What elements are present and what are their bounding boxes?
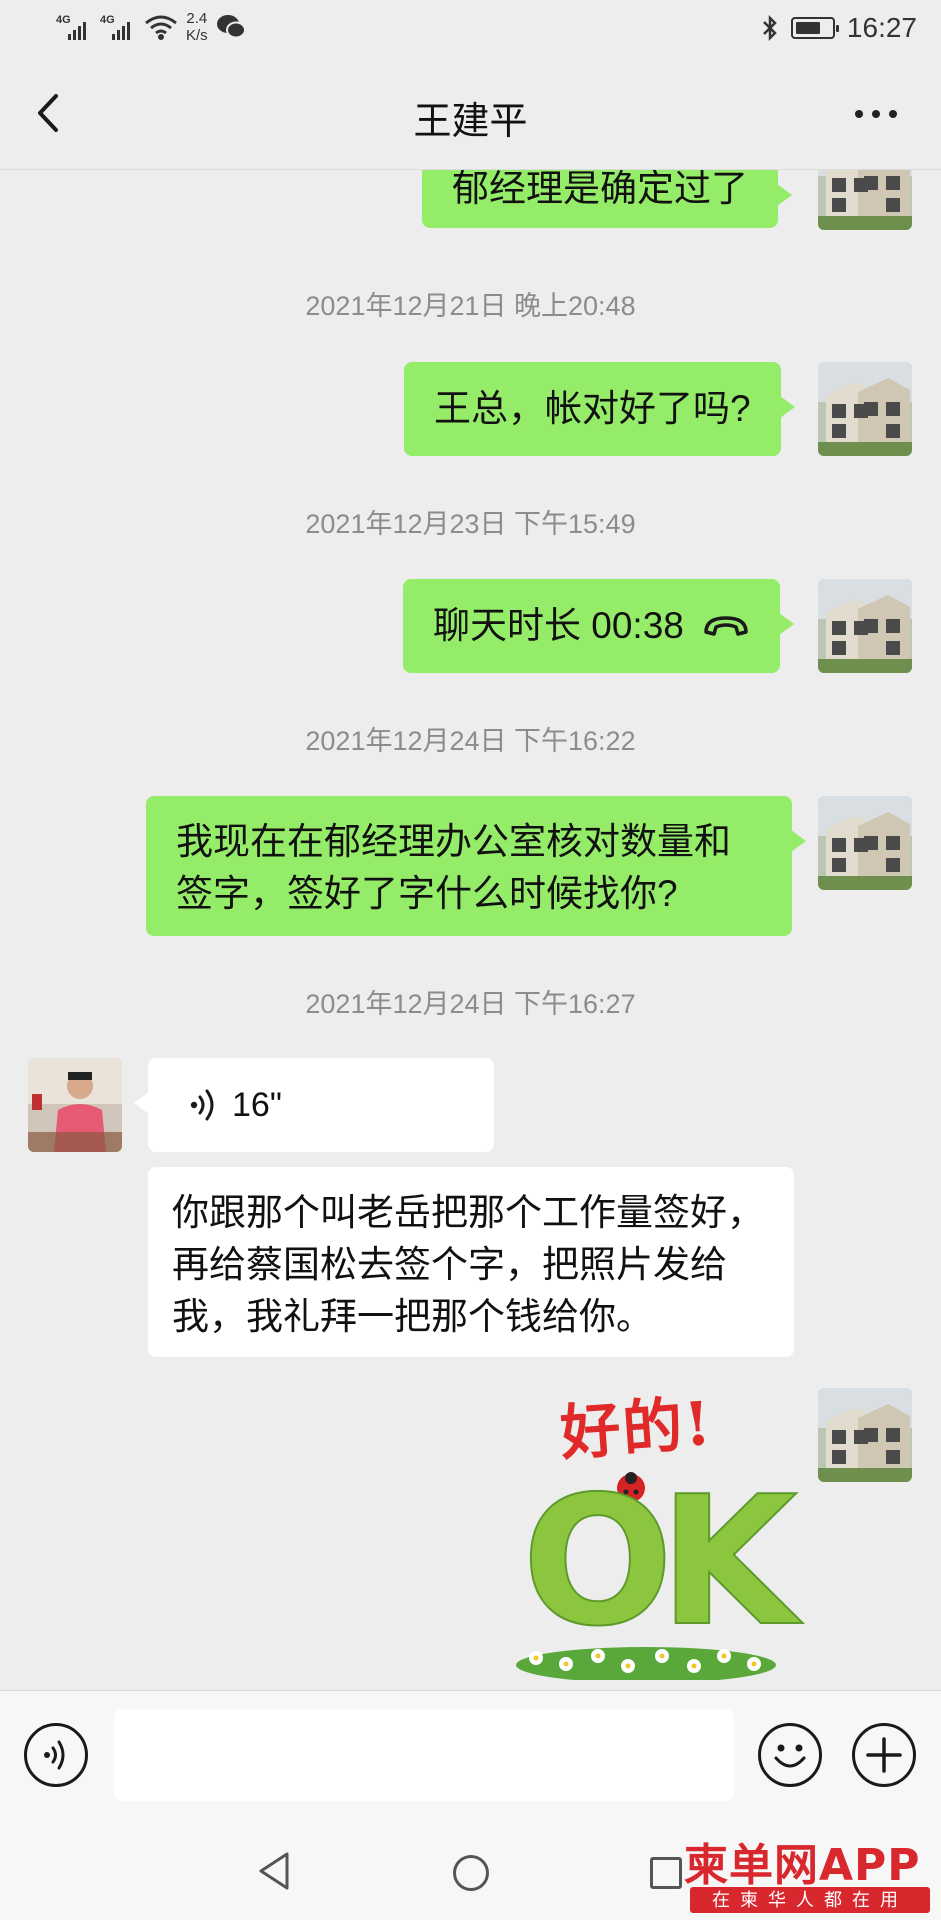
status-bar: 4G 4G 2.4 K/s 16:27 — [0, 0, 941, 58]
more-options-icon[interactable] — [855, 110, 897, 118]
speed-unit: K/s — [186, 27, 208, 44]
battery-icon — [790, 17, 839, 39]
timestamp: 2021年12月24日 下午16:22 — [305, 726, 636, 756]
watermark-title: 柬单网APP — [684, 1840, 921, 1891]
voice-input-icon — [44, 1740, 65, 1770]
emoji-button[interactable] — [758, 1723, 822, 1787]
message-bubble-sent[interactable]: 王总，帐对好了吗? — [404, 362, 795, 456]
my-avatar[interactable] — [818, 170, 912, 230]
message-text-line: 我现在在郁经理办公室核对数量和 — [176, 821, 731, 862]
message-text-line: 再给蔡国松去签个字，把照片发给 — [172, 1244, 727, 1285]
my-avatar[interactable] — [818, 796, 912, 890]
clock: 16:27 — [846, 12, 917, 43]
message-bubble-received[interactable]: 你跟那个叫老岳把那个工作量签好， 再给蔡国松去签个字，把照片发给 我，我礼拜一把… — [148, 1167, 794, 1357]
nav-recent-apps-icon[interactable] — [650, 1857, 682, 1889]
network-speed: 2.4 K/s — [186, 10, 208, 44]
message-list[interactable]: 郁经理是确定过了 2021年12月21日 晚上20:48 王总，帐对好了吗? 2… — [0, 170, 941, 1690]
more-functions-button[interactable] — [852, 1723, 916, 1787]
contact-avatar[interactable] — [28, 1058, 122, 1152]
call-record-bubble[interactable]: 聊天时长 00:38 — [403, 579, 794, 673]
message-text-line: 签字，签好了字什么时候找你? — [176, 873, 678, 914]
page-title: 王建平 — [413, 101, 528, 143]
voice-input-button[interactable] — [24, 1723, 88, 1787]
nav-home-icon[interactable] — [453, 1855, 489, 1891]
speed-value: 2.4 — [186, 10, 208, 27]
my-avatar[interactable] — [818, 579, 912, 673]
message-input[interactable] — [114, 1709, 734, 1801]
wifi-icon — [145, 15, 177, 40]
plus-icon — [866, 1737, 902, 1773]
voice-message-bubble[interactable]: 16" — [134, 1058, 494, 1152]
message-text: 王总，帐对好了吗? — [434, 388, 751, 429]
voice-duration: 16" — [232, 1086, 282, 1124]
my-avatar[interactable] — [818, 362, 912, 456]
nav-back-icon[interactable] — [255, 1850, 291, 1892]
system-nav-bar: 柬单网APP 在柬华人都在用 — [0, 1825, 941, 1920]
watermark-logo: 柬单网APP 在柬华人都在用 — [684, 1829, 934, 1915]
my-avatar[interactable] — [818, 1388, 912, 1482]
message-bubble-sent[interactable]: 郁经理是确定过了 — [422, 170, 792, 228]
message-text-line: 你跟那个叫老岳把那个工作量签好， — [172, 1192, 764, 1233]
sticker-ok-text: OK — [521, 1458, 798, 1665]
cellular-signal-2-icon: 4G — [100, 12, 136, 42]
phone-hangup-icon — [704, 616, 748, 636]
timestamp: 2021年12月23日 下午15:49 — [305, 509, 636, 539]
bluetooth-icon — [763, 14, 777, 42]
timestamp: 2021年12月24日 下午16:27 — [305, 989, 636, 1019]
cellular-signal-1-icon: 4G — [56, 12, 92, 42]
message-text: 郁经理是确定过了 — [452, 170, 748, 209]
message-text-line: 我，我礼拜一把那个钱给你。 — [172, 1296, 653, 1337]
timestamp: 2021年12月21日 晚上20:48 — [305, 291, 636, 321]
ok-sticker[interactable]: 好的! OK — [516, 1380, 798, 1680]
emoji-icon — [774, 1744, 806, 1768]
wechat-icon — [216, 15, 246, 39]
chat-header: 王建平 — [0, 58, 941, 170]
call-duration-text: 聊天时长 00:38 — [433, 605, 684, 646]
watermark-subtitle: 在柬华人都在用 — [690, 1887, 930, 1913]
message-bubble-sent[interactable]: 我现在在郁经理办公室核对数量和 签字，签好了字什么时候找你? — [146, 796, 806, 936]
input-bar — [0, 1690, 941, 1825]
voice-wave-icon — [190, 1089, 214, 1121]
